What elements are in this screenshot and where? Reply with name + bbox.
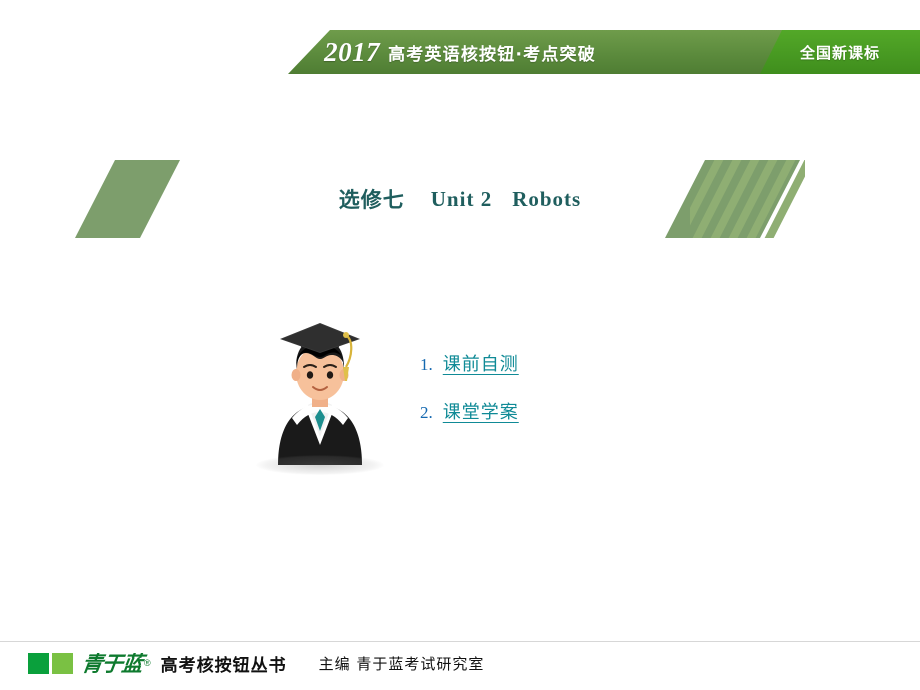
banner-book: 选修七 bbox=[338, 187, 405, 212]
sidebar-item-classroom-plan[interactable]: 课堂学案 bbox=[443, 398, 519, 424]
page-header: 2017 高考英语核按钮·考点突破 全国新课标 bbox=[0, 0, 920, 74]
unit-banner: 选修七 Unit 2 Robots bbox=[0, 160, 920, 238]
page-footer: 青于蓝 ® 高考核按钮丛书 主编 青于蓝考试研究室 bbox=[0, 641, 920, 690]
footer-editor: 主编 青于蓝考试研究室 bbox=[318, 654, 485, 673]
list-item-number: 2. bbox=[420, 403, 433, 422]
edition-badge-label: 全国新课标 bbox=[799, 43, 880, 62]
header-title: 高考英语核按钮·考点突破 bbox=[388, 44, 596, 65]
registered-trademark-icon: ® bbox=[144, 658, 151, 668]
graduate-student-mascot bbox=[248, 305, 393, 485]
list-item[interactable]: 1. 课前自测 bbox=[420, 350, 740, 376]
publisher-logo-icon bbox=[28, 652, 76, 674]
page-title: 选修七 Unit 2 Robots bbox=[0, 160, 920, 238]
contents-list: 1. 课前自测 2. 课堂学案 bbox=[420, 350, 740, 446]
banner-topic: Robots bbox=[512, 186, 582, 211]
footer-series-title: 高考核按钮丛书 bbox=[160, 655, 287, 676]
list-item-number: 1. bbox=[420, 355, 433, 374]
sidebar-item-pre-class-test[interactable]: 课前自测 bbox=[443, 350, 519, 376]
publisher-logo-text: 青于蓝 bbox=[80, 651, 144, 676]
mascot-shadow bbox=[256, 455, 384, 475]
edition-badge: 全国新课标 bbox=[760, 30, 920, 74]
banner-unit: Unit 2 bbox=[430, 186, 493, 211]
header-year: 2017 bbox=[324, 36, 381, 67]
list-item[interactable]: 2. 课堂学案 bbox=[420, 398, 740, 424]
